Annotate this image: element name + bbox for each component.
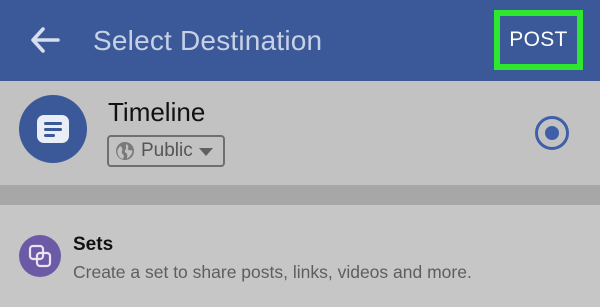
radio-selected-dot xyxy=(545,126,559,140)
timeline-avatar xyxy=(19,95,87,163)
audience-selector[interactable]: Public xyxy=(107,135,225,167)
timeline-label: Timeline xyxy=(108,97,206,127)
timeline-radio[interactable] xyxy=(535,116,569,150)
page-title: Select Destination xyxy=(93,25,323,56)
caret-down-icon xyxy=(198,148,213,156)
sets-option[interactable]: Sets Create a set to share posts, links,… xyxy=(0,205,600,307)
post-button[interactable]: POST xyxy=(500,16,577,64)
post-text-icon xyxy=(37,115,69,143)
arrow-left-icon xyxy=(31,27,60,53)
back-button[interactable] xyxy=(22,22,68,58)
sets-icon xyxy=(28,244,52,268)
sets-avatar xyxy=(19,235,61,277)
timeline-option[interactable]: Timeline Public xyxy=(0,81,600,185)
globe-icon xyxy=(115,141,135,161)
sets-description: Create a set to share posts, links, vide… xyxy=(73,262,472,282)
app-header: Select Destination POST xyxy=(0,0,600,81)
section-divider xyxy=(0,185,600,205)
sets-title: Sets xyxy=(73,234,114,255)
audience-label: Public xyxy=(141,140,193,161)
